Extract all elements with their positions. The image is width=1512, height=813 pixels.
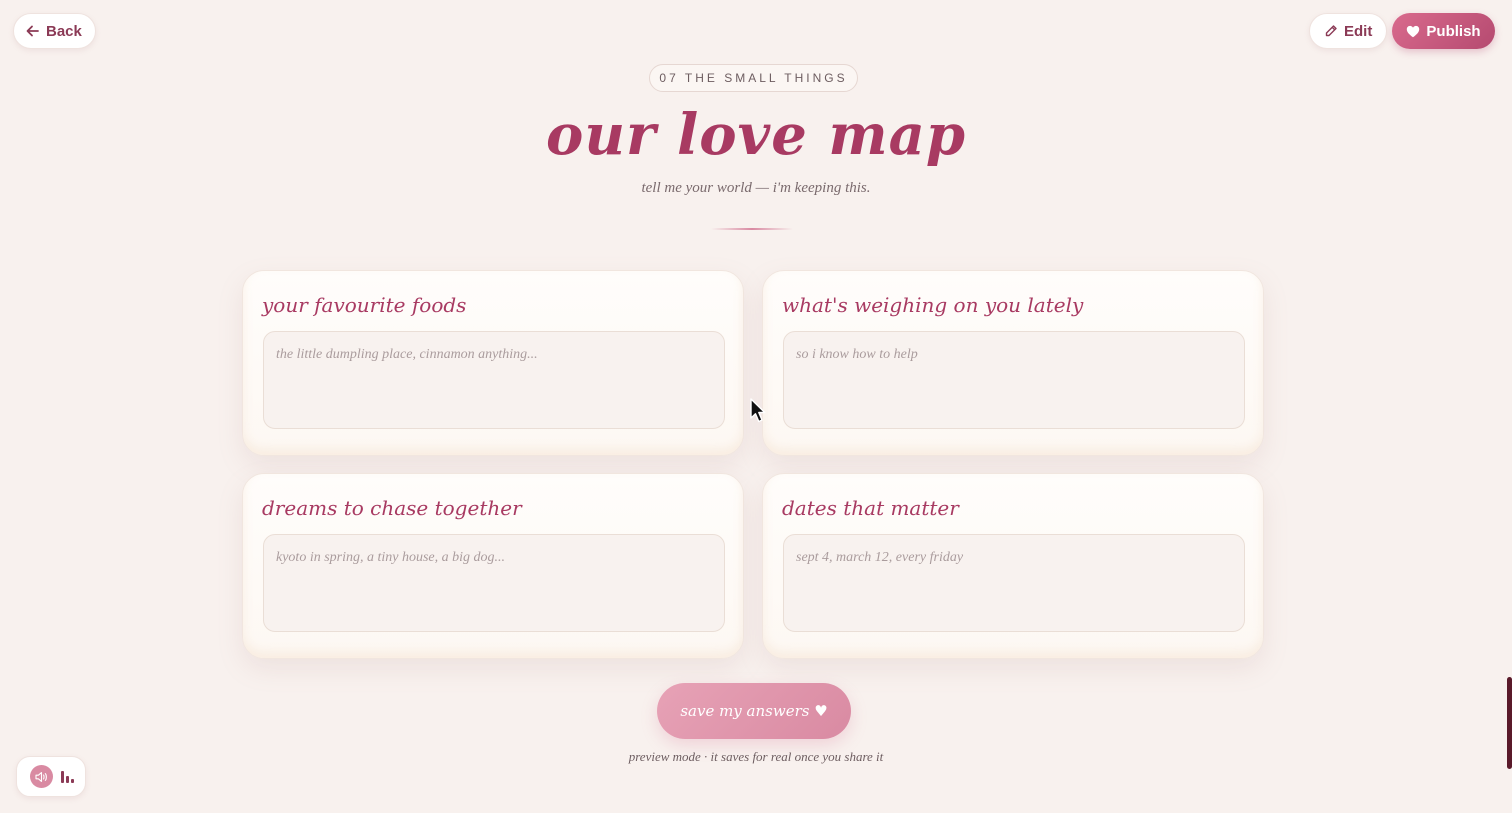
scrollbar-thumb[interactable] — [1507, 677, 1512, 769]
edit-button[interactable]: Edit — [1309, 13, 1388, 49]
page-subtitle: tell me your world — i'm keeping this. — [641, 180, 871, 196]
card-dates-that-matter: dates that matter — [762, 473, 1264, 659]
mouse-cursor-icon — [750, 398, 766, 423]
dreams-together-input[interactable] — [263, 534, 725, 632]
page-title: our love map — [545, 102, 967, 168]
back-label: Back — [46, 22, 82, 40]
speaker-button[interactable] — [30, 765, 53, 788]
card-favourite-foods: your favourite foods — [242, 270, 744, 456]
card-label: your favourite foods — [262, 293, 467, 317]
edit-label: Edit — [1344, 22, 1373, 40]
pencil-icon — [1325, 25, 1337, 37]
card-label: dreams to chase together — [262, 496, 522, 520]
card-label: dates that matter — [782, 496, 959, 520]
card-weighing-on-you: what's weighing on you lately — [762, 270, 1264, 456]
arrow-left-icon — [26, 25, 39, 37]
save-answers-button[interactable]: save my answers ♥ — [657, 683, 851, 739]
card-dreams-together: dreams to chase together — [242, 473, 744, 659]
equalizer-bars-icon[interactable] — [61, 770, 74, 783]
preview-note: preview mode · it saves for real once yo… — [628, 749, 884, 764]
header-divider — [711, 228, 793, 230]
publish-label: Publish — [1426, 22, 1481, 40]
dates-that-matter-input[interactable] — [783, 534, 1245, 632]
weighing-on-you-input[interactable] — [783, 331, 1245, 429]
publish-button[interactable]: Publish — [1392, 13, 1495, 49]
speaker-icon — [35, 771, 47, 782]
favourite-foods-input[interactable] — [263, 331, 725, 429]
back-button[interactable]: Back — [13, 13, 96, 49]
heart-icon — [1407, 25, 1420, 37]
card-label: what's weighing on you lately — [782, 293, 1084, 317]
section-chip: 07 THE SMALL THINGS — [649, 64, 858, 92]
audio-widget — [16, 756, 86, 797]
